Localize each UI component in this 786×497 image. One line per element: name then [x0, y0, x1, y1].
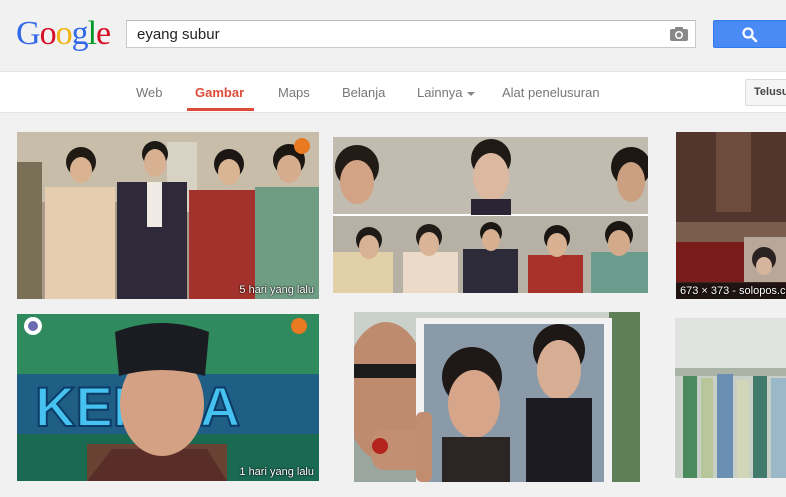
result-1-time: 5 hari yang lalu: [239, 284, 314, 296]
search-box: [126, 20, 696, 48]
chevron-down-icon: [466, 91, 475, 96]
tab-lainnya-label: Lainnya: [417, 85, 463, 100]
tab-maps[interactable]: Maps: [278, 85, 310, 100]
header: Google: [0, 0, 786, 72]
result-2-image: [333, 137, 648, 293]
result-3-meta: 673 × 373 - solopos.co: [680, 285, 786, 297]
tab-web[interactable]: Web: [136, 85, 163, 100]
image-result-1[interactable]: 5 hari yang lalu: [17, 132, 319, 299]
image-result-5[interactable]: [354, 312, 640, 482]
camera-icon[interactable]: [669, 26, 689, 42]
active-tab-indicator: [187, 108, 254, 111]
tab-alat-penelusuran[interactable]: Alat penelusuran: [502, 85, 600, 100]
result-6-image: [675, 318, 786, 478]
tab-lainnya[interactable]: Lainnya: [417, 85, 475, 100]
image-result-3[interactable]: 673 × 373 - solopos.co: [676, 132, 786, 299]
tab-belanja[interactable]: Belanja: [342, 85, 385, 100]
search-nav-bar: Web Gambar Maps Belanja Lainnya Alat pen…: [0, 72, 786, 113]
magnifier-icon: [742, 27, 758, 43]
result-3-image: [676, 132, 786, 299]
google-logo[interactable]: Google: [16, 15, 111, 53]
tab-gambar[interactable]: Gambar: [195, 85, 244, 100]
search-button[interactable]: [713, 20, 786, 48]
result-4-time: 1 hari yang lalu: [239, 466, 314, 478]
image-result-4[interactable]: KEMUA 1 hari yang lalu: [17, 314, 319, 481]
result-5-image: [354, 312, 640, 482]
google-images-page: Google Web Gambar Maps Belanja Lainnya A…: [0, 0, 786, 497]
telusuri-button[interactable]: Telusu: [745, 79, 786, 106]
image-result-6[interactable]: [675, 318, 786, 478]
search-input[interactable]: [127, 21, 657, 47]
result-4-image: KEMUA: [17, 314, 319, 481]
image-result-2[interactable]: [333, 137, 648, 293]
result-1-image: [17, 132, 319, 299]
